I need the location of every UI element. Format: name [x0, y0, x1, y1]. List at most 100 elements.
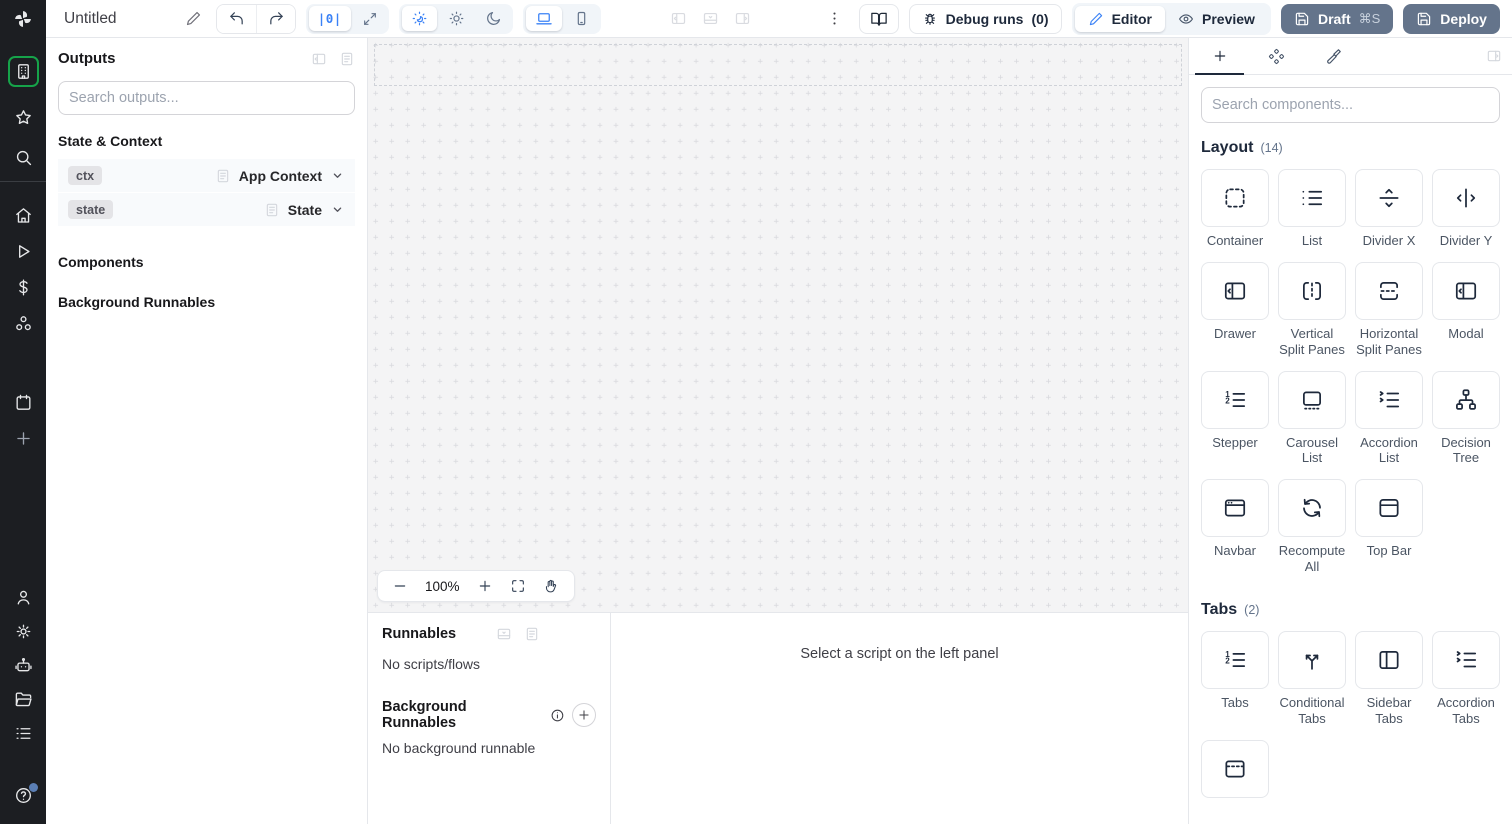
- component-card-carousel-list[interactable]: [1278, 370, 1346, 429]
- tab-component-settings[interactable]: [1248, 38, 1305, 74]
- component-card-accordion-list[interactable]: [1355, 370, 1423, 429]
- schedules-icon[interactable]: [14, 393, 33, 412]
- home-icon[interactable]: [14, 206, 33, 225]
- undo-button[interactable]: [217, 4, 257, 33]
- search-outputs-input[interactable]: [58, 81, 355, 115]
- outputs-doc-icon[interactable]: [339, 51, 355, 67]
- chevron-down-icon[interactable]: [330, 168, 345, 183]
- chevron-down-icon[interactable]: [330, 202, 345, 217]
- component-label: Decision Tree: [1441, 434, 1491, 466]
- help-button[interactable]: [14, 783, 38, 810]
- component-card-decision-tree[interactable]: [1432, 370, 1500, 429]
- toggle-bottom-panel-icon[interactable]: [702, 10, 719, 27]
- theme-dark-button[interactable]: [476, 6, 511, 31]
- zoom-reset-button[interactable]: |0|: [308, 6, 351, 31]
- settings-icon[interactable]: [14, 622, 33, 641]
- component-card-top-bar[interactable]: [1355, 479, 1423, 538]
- save-icon: [1294, 11, 1310, 27]
- user-icon[interactable]: [14, 588, 33, 607]
- component-cell: Top Bar: [1355, 479, 1423, 575]
- component-card-navbar[interactable]: [1201, 479, 1269, 538]
- component-card-partial[interactable]: [1201, 739, 1269, 798]
- collapse-runnables-icon[interactable]: [496, 626, 512, 642]
- component-card-accordion-tabs[interactable]: [1432, 631, 1500, 690]
- app-canvas[interactable]: ++++++++++++++++++++++++++++++++++++++++…: [368, 38, 1188, 612]
- component-card-tabs[interactable]: 12: [1201, 631, 1269, 690]
- docs-button[interactable]: [858, 3, 899, 34]
- component-card-conditional-tabs[interactable]: [1278, 631, 1346, 690]
- tab-insert-component[interactable]: [1191, 38, 1248, 75]
- zoom-out-button[interactable]: [392, 578, 408, 594]
- info-icon[interactable]: [550, 708, 565, 723]
- component-label: Navbar: [1214, 543, 1256, 559]
- notification-dot: [28, 783, 38, 792]
- favorites-icon[interactable]: [14, 108, 33, 127]
- state-type-label: State: [287, 201, 322, 218]
- component-card-divider-y[interactable]: [1432, 169, 1500, 227]
- redo-button[interactable]: [256, 4, 296, 33]
- pan-button[interactable]: [543, 578, 560, 595]
- ctx-row[interactable]: ctx App Context: [58, 159, 355, 192]
- sidebar-item-apps[interactable]: [7, 56, 39, 87]
- component-card-horizontal-split-panes[interactable]: [1355, 261, 1423, 320]
- vertical-split-icon: [1299, 278, 1325, 304]
- windmill-logo[interactable]: [0, 0, 46, 38]
- search-icon[interactable]: [14, 148, 33, 167]
- component-card-divider-x[interactable]: [1355, 169, 1423, 227]
- debug-runs-button[interactable]: Debug runs (0): [908, 3, 1062, 34]
- runnables-doc-icon[interactable]: [524, 626, 540, 642]
- canvas-grid: ++++++++++++++++++++++++++++++++++++++++…: [373, 41, 1188, 611]
- add-icon[interactable]: [14, 429, 33, 448]
- mode-switcher: Editor Preview: [1071, 2, 1271, 35]
- preview-mode-button[interactable]: Preview: [1165, 6, 1268, 32]
- collapse-components-icon[interactable]: [1486, 48, 1502, 64]
- editor-mode-button[interactable]: Editor: [1074, 5, 1166, 32]
- state-badge: state: [68, 200, 114, 219]
- fit-view-button[interactable]: [510, 578, 526, 594]
- state-row[interactable]: state State: [58, 193, 355, 226]
- deploy-button[interactable]: Deploy: [1403, 3, 1500, 34]
- workers-icon[interactable]: [14, 656, 33, 675]
- component-card-modal[interactable]: [1432, 261, 1500, 320]
- toggle-left-panel-icon[interactable]: [670, 10, 687, 27]
- more-menu-button[interactable]: [820, 8, 849, 29]
- collapse-outputs-icon[interactable]: [311, 51, 327, 67]
- zoom-level: 100%: [425, 578, 460, 594]
- component-cell: Horizontal Split Panes: [1355, 261, 1423, 358]
- add-background-runnable-button[interactable]: [572, 703, 597, 727]
- logs-icon[interactable]: [14, 724, 33, 743]
- component-card-sidebar-tabs[interactable]: [1355, 631, 1423, 690]
- component-card-stepper[interactable]: 12: [1201, 370, 1269, 429]
- rename-button[interactable]: [181, 6, 206, 31]
- ctx-doc-icon: [215, 168, 231, 184]
- expand-button[interactable]: [353, 6, 387, 31]
- no-background-runnable-message: No background runnable: [382, 740, 536, 756]
- variables-icon[interactable]: [14, 278, 33, 297]
- theme-light-button[interactable]: [439, 6, 474, 31]
- component-card-recompute-all[interactable]: [1278, 479, 1346, 538]
- component-card-vertical-split-panes[interactable]: [1278, 261, 1346, 320]
- resources-icon[interactable]: [14, 314, 33, 333]
- component-card-list[interactable]: [1278, 169, 1346, 227]
- tab-styling[interactable]: [1305, 38, 1362, 74]
- accordion-list-icon: [1376, 387, 1402, 413]
- canvas-dropzone[interactable]: [374, 44, 1182, 86]
- folders-icon[interactable]: [14, 690, 33, 709]
- draft-button[interactable]: Draft ⌘S: [1280, 3, 1394, 34]
- mobile-view-button[interactable]: [564, 6, 599, 31]
- component-cell: Recompute All: [1278, 479, 1346, 575]
- svg-text:2: 2: [1225, 396, 1230, 405]
- search-components-input[interactable]: [1201, 87, 1500, 123]
- editor-mode-label: Editor: [1111, 10, 1153, 27]
- component-card-container[interactable]: [1201, 169, 1269, 227]
- modal-icon: [1453, 278, 1479, 304]
- desktop-view-button[interactable]: [525, 6, 562, 31]
- theme-auto-button[interactable]: [401, 6, 437, 31]
- expand-icon: [362, 11, 378, 27]
- zoom-in-button[interactable]: [477, 578, 493, 594]
- component-card-drawer[interactable]: [1201, 261, 1269, 320]
- panel-toggles: [670, 10, 751, 27]
- toggle-right-panel-icon[interactable]: [734, 10, 751, 27]
- app-root: Untitled |0| Debug runs (0) Editor Previ…: [0, 0, 1512, 824]
- runs-icon[interactable]: [14, 242, 33, 261]
